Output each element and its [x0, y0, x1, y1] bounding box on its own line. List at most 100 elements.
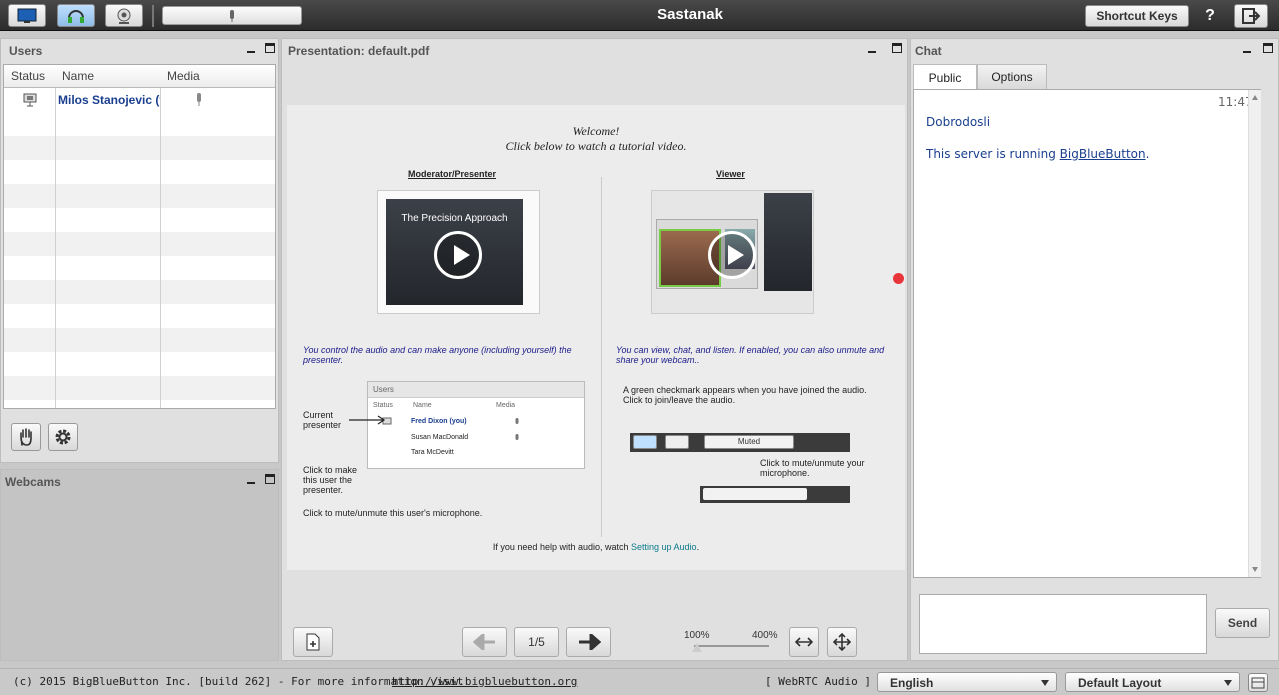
slide-divider: [601, 177, 602, 537]
mini-column-media: Media: [496, 402, 516, 409]
table-row: [4, 136, 275, 160]
settings-button[interactable]: [48, 423, 78, 451]
presentation-slide[interactable]: Welcome! Click below to watch a tutorial…: [287, 105, 905, 570]
top-toolbar: Sastanak Shortcut Keys ?: [0, 0, 1279, 31]
maximize-icon[interactable]: [265, 43, 275, 53]
audio-help-prefix: If you need help with audio, watch: [492, 542, 631, 552]
chat-message: This server is running BigBlueButton.: [926, 147, 1149, 161]
upload-file-icon: [306, 633, 320, 651]
thumb-slide: [764, 193, 812, 291]
tab-options[interactable]: Options: [977, 64, 1047, 89]
column-status[interactable]: Status: [11, 69, 45, 83]
logout-icon: [1242, 8, 1260, 24]
zoom-max-label: 400%: [752, 630, 778, 641]
mini-mic-bar: [700, 486, 850, 503]
share-desktop-button[interactable]: [8, 4, 46, 27]
scroll-up-icon[interactable]: [1252, 95, 1258, 100]
chat-message-area: 11:47 Dobrodosli This server is running …: [913, 89, 1261, 578]
headset-icon: [68, 9, 84, 23]
table-row: [4, 232, 275, 256]
table-row: [4, 280, 275, 304]
audio-headset-button[interactable]: [57, 4, 95, 27]
shortcut-keys-button[interactable]: Shortcut Keys: [1085, 5, 1189, 27]
play-icon[interactable]: [434, 231, 482, 279]
users-panel: Users Status Name Media Milos Stanojevic…: [0, 38, 279, 463]
presentation-title: Presentation: default.pdf: [288, 44, 430, 58]
mini-user-name: Fred Dixon (you): [411, 418, 467, 425]
bigbluebutton-link[interactable]: BigBlueButton: [1060, 147, 1146, 161]
layout-icon: [1251, 677, 1265, 689]
minimize-icon[interactable]: [246, 43, 256, 53]
arrow-icon: [349, 415, 386, 425]
bbb-website-link[interactable]: http://www.bigbluebutton.org: [392, 675, 577, 688]
language-select[interactable]: English: [877, 672, 1057, 692]
maximize-icon[interactable]: [1263, 43, 1273, 53]
mini-user-name: Tara McDevitt: [411, 449, 454, 456]
chat-scrollbar[interactable]: [1248, 90, 1261, 577]
mic-level-bar[interactable]: [162, 6, 302, 25]
column-media[interactable]: Media: [167, 69, 200, 83]
footer-bar: (c) 2015 BigBlueButton Inc. [build 262] …: [0, 668, 1279, 695]
audio-help-suffix: .: [696, 542, 700, 552]
webcam-icon: [117, 8, 131, 24]
logout-button[interactable]: [1234, 4, 1268, 28]
column-divider: [55, 88, 56, 408]
move-icon: [833, 633, 851, 651]
next-slide-button[interactable]: [566, 627, 611, 657]
chevron-down-icon: [1041, 680, 1049, 686]
viewer-description: You can view, chat, and listen. If enabl…: [616, 345, 885, 365]
fit-width-icon: [795, 637, 813, 647]
mini-users-panel: Users Status Name Media Fred Dixon (you)…: [367, 381, 585, 469]
scroll-down-icon[interactable]: [1252, 567, 1258, 572]
tab-public[interactable]: Public: [913, 64, 977, 90]
mini-column-status: Status: [373, 402, 393, 409]
chat-message-prefix: This server is running: [926, 147, 1060, 161]
table-row: [4, 256, 275, 280]
upload-presentation-button[interactable]: [293, 627, 333, 657]
moderator-description: You control the audio and can make anyon…: [303, 345, 572, 365]
microphone-icon[interactable]: [195, 92, 203, 107]
viewer-heading[interactable]: Viewer: [716, 169, 745, 179]
mini-user-name: Susan MacDonald: [411, 434, 469, 441]
setting-up-audio-link[interactable]: Setting up Audio: [631, 542, 697, 552]
gear-icon: [55, 429, 71, 445]
zoom-slider[interactable]: [694, 645, 769, 647]
moderator-heading[interactable]: Moderator/Presenter: [408, 169, 496, 179]
green-checkmark-label: A green checkmark appears when you have …: [623, 385, 867, 405]
fit-width-button[interactable]: [789, 627, 819, 657]
help-button[interactable]: ?: [1198, 5, 1222, 27]
table-row[interactable]: Milos Stanojevic (y: [4, 88, 275, 112]
users-panel-title: Users: [9, 44, 43, 58]
column-name[interactable]: Name: [62, 69, 94, 83]
microphone-icon: [515, 434, 519, 440]
share-webcam-button[interactable]: [105, 4, 143, 27]
send-button[interactable]: Send: [1215, 608, 1270, 638]
previous-slide-button[interactable]: [462, 627, 507, 657]
mini-users-title: Users: [373, 385, 394, 394]
minimize-icon[interactable]: [1242, 43, 1252, 53]
chat-panel-title: Chat: [915, 44, 942, 58]
chat-message: Dobrodosli: [926, 115, 991, 129]
raise-hand-button[interactable]: [11, 423, 41, 451]
table-row: [4, 328, 275, 352]
chat-message-suffix: .: [1145, 147, 1150, 161]
minimize-icon[interactable]: [246, 474, 256, 484]
apply-layout-button[interactable]: [1248, 673, 1268, 692]
mute-user-label: Click to mute/unmute this user's microph…: [303, 508, 483, 518]
presenter-icon: [23, 93, 37, 107]
arrow-left-icon: [472, 634, 495, 650]
minimize-icon[interactable]: [867, 43, 877, 53]
layout-select[interactable]: Default Layout: [1065, 672, 1240, 692]
page-number-button[interactable]: 1/5: [514, 627, 559, 657]
maximize-icon[interactable]: [265, 474, 275, 484]
chat-input[interactable]: [919, 594, 1207, 654]
fit-page-button[interactable]: [827, 627, 857, 657]
webcams-panel-title: Webcams: [5, 475, 61, 489]
record-indicator[interactable]: [893, 273, 904, 284]
slide-subtitle: Click below to watch a tutorial video.: [505, 139, 687, 153]
moderator-video-thumbnail[interactable]: The Precision Approach: [377, 190, 540, 314]
play-icon[interactable]: [708, 231, 756, 279]
viewer-video-thumbnail[interactable]: [651, 190, 814, 314]
maximize-icon[interactable]: [892, 43, 902, 53]
zoom-slider-thumb[interactable]: [692, 643, 702, 652]
